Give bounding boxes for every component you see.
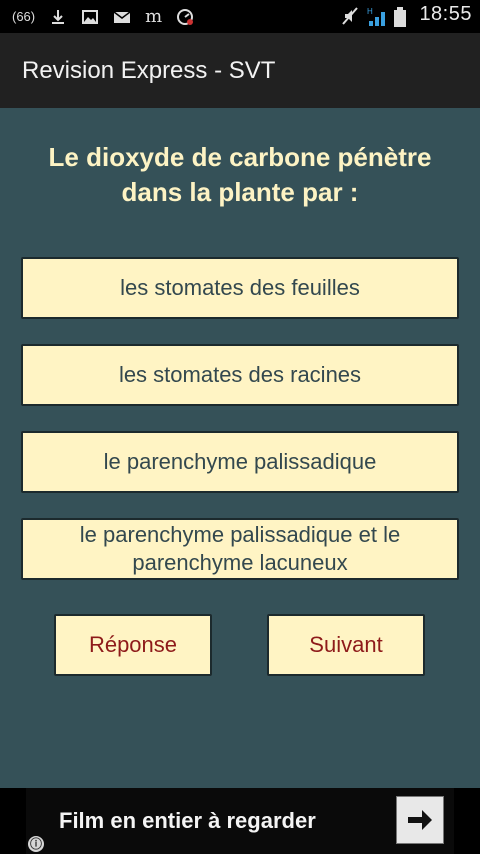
status-bar-notifications: (66) m: [12, 6, 194, 27]
ad-content[interactable]: Film en entier à regarder: [26, 788, 454, 854]
svg-text:H: H: [367, 7, 373, 16]
answer-option-2[interactable]: les stomates des racines: [21, 344, 459, 406]
battery-icon: [393, 6, 411, 27]
mail-icon: [113, 8, 131, 26]
image-icon: [81, 8, 99, 26]
info-icon[interactable]: ⓘ: [28, 836, 44, 852]
bbm-icon: (66): [12, 9, 36, 24]
question-text: Le dioxyde de carbone pénètre dans la pl…: [48, 142, 432, 207]
arrow-right-icon[interactable]: [396, 796, 444, 844]
app-bar: Revision Express - SVT: [0, 33, 480, 108]
ad-text[interactable]: Film en entier à regarder: [59, 808, 316, 834]
ad-banner[interactable]: Film en entier à regarder ⓘ: [0, 788, 480, 854]
download-icon: [49, 8, 67, 26]
answer-option-4[interactable]: le parenchyme palissadique et le parench…: [21, 518, 459, 580]
suivant-button[interactable]: Suivant: [267, 614, 425, 676]
answer-option-3[interactable]: le parenchyme palissadique: [21, 431, 459, 493]
app-title: Revision Express - SVT: [22, 57, 276, 84]
signal-icon: H: [367, 6, 386, 26]
reponse-button[interactable]: Réponse: [54, 614, 212, 676]
speedometer-icon: [176, 8, 194, 26]
clock: 18:55: [419, 3, 472, 25]
status-bar: (66) m H 18:55: [0, 0, 480, 33]
status-bar-system: H 18:55: [341, 3, 472, 27]
mute-icon: [341, 6, 359, 25]
newspaper-icon: m: [145, 6, 163, 27]
answer-option-1[interactable]: les stomates des feuilles: [21, 257, 459, 319]
quiz-panel: Le dioxyde de carbone pénètre dans la pl…: [0, 108, 480, 788]
